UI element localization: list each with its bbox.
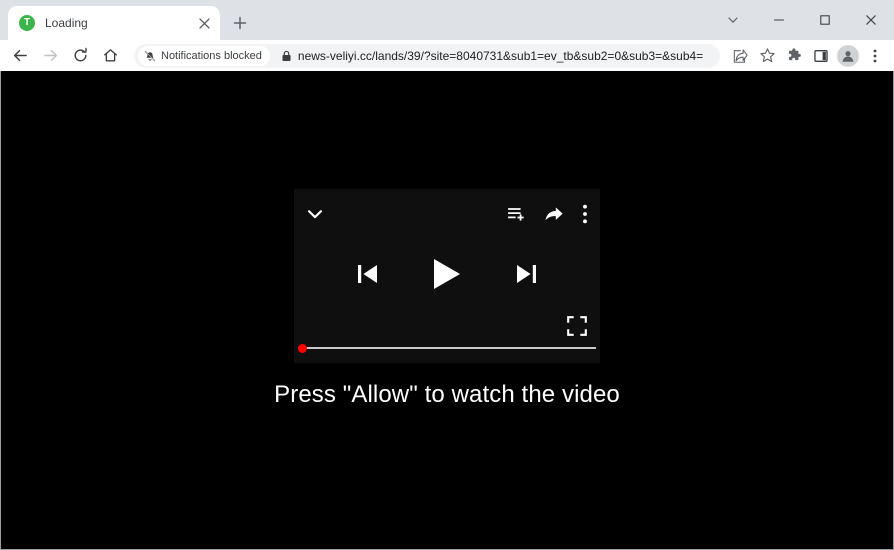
progress-track: [298, 347, 596, 349]
browser-toolbar: Notifications blocked news-veliyi.cc/lan…: [0, 40, 894, 71]
share-icon[interactable]: [727, 43, 753, 69]
close-icon[interactable]: [196, 15, 212, 31]
bookmark-star-icon[interactable]: [754, 43, 780, 69]
new-tab-button[interactable]: [226, 9, 254, 37]
next-track-icon[interactable]: [514, 260, 538, 288]
maximize-icon[interactable]: [802, 3, 848, 37]
window-controls: [710, 0, 894, 40]
play-button-icon[interactable]: [430, 256, 464, 292]
back-button[interactable]: [6, 42, 34, 70]
extensions-puzzle-icon[interactable]: [781, 43, 807, 69]
browser-window: T Loading Notifications blocked news-vel…: [0, 0, 894, 550]
page-content: Press "Allow" to watch the video: [0, 71, 894, 550]
avatar: [837, 44, 859, 67]
video-player[interactable]: [294, 189, 600, 363]
tab-search-chevron-down-icon[interactable]: [710, 3, 756, 37]
tab-title: Loading: [45, 16, 88, 30]
player-top-bar: [294, 199, 600, 229]
fullscreen-icon[interactable]: [566, 315, 588, 337]
minimize-icon[interactable]: [756, 3, 802, 37]
player-transport-controls: [294, 251, 600, 297]
url-text[interactable]: news-veliyi.cc/lands/39/?site=8040731&su…: [298, 49, 710, 63]
notifications-blocked-label: Notifications blocked: [161, 49, 262, 62]
collapse-chevron-down-icon[interactable]: [304, 203, 326, 225]
player-progress-bar[interactable]: [298, 343, 596, 353]
tab-strip: T Loading: [0, 0, 894, 40]
share-arrow-icon[interactable]: [544, 204, 564, 224]
browser-tab[interactable]: T Loading: [8, 6, 220, 40]
reload-button[interactable]: [66, 42, 94, 70]
add-to-queue-icon[interactable]: [506, 204, 526, 224]
bell-slash-icon: [144, 50, 156, 62]
notifications-blocked-chip[interactable]: Notifications blocked: [138, 45, 270, 66]
progress-thumb[interactable]: [298, 343, 307, 353]
tab-favicon: T: [19, 15, 35, 31]
call-to-action-text: Press "Allow" to watch the video: [274, 381, 620, 408]
browser-menu-icon[interactable]: [862, 43, 888, 69]
side-panel-icon[interactable]: [808, 43, 834, 69]
address-bar[interactable]: Notifications blocked news-veliyi.cc/lan…: [134, 43, 720, 68]
lock-icon[interactable]: [276, 50, 298, 62]
home-button[interactable]: [96, 42, 124, 70]
player-more-options-icon[interactable]: [582, 203, 588, 225]
forward-button[interactable]: [36, 42, 64, 70]
previous-track-icon[interactable]: [356, 260, 380, 288]
player-top-actions: [506, 203, 588, 225]
profile-avatar[interactable]: [835, 43, 861, 69]
close-window-icon[interactable]: [848, 3, 894, 37]
